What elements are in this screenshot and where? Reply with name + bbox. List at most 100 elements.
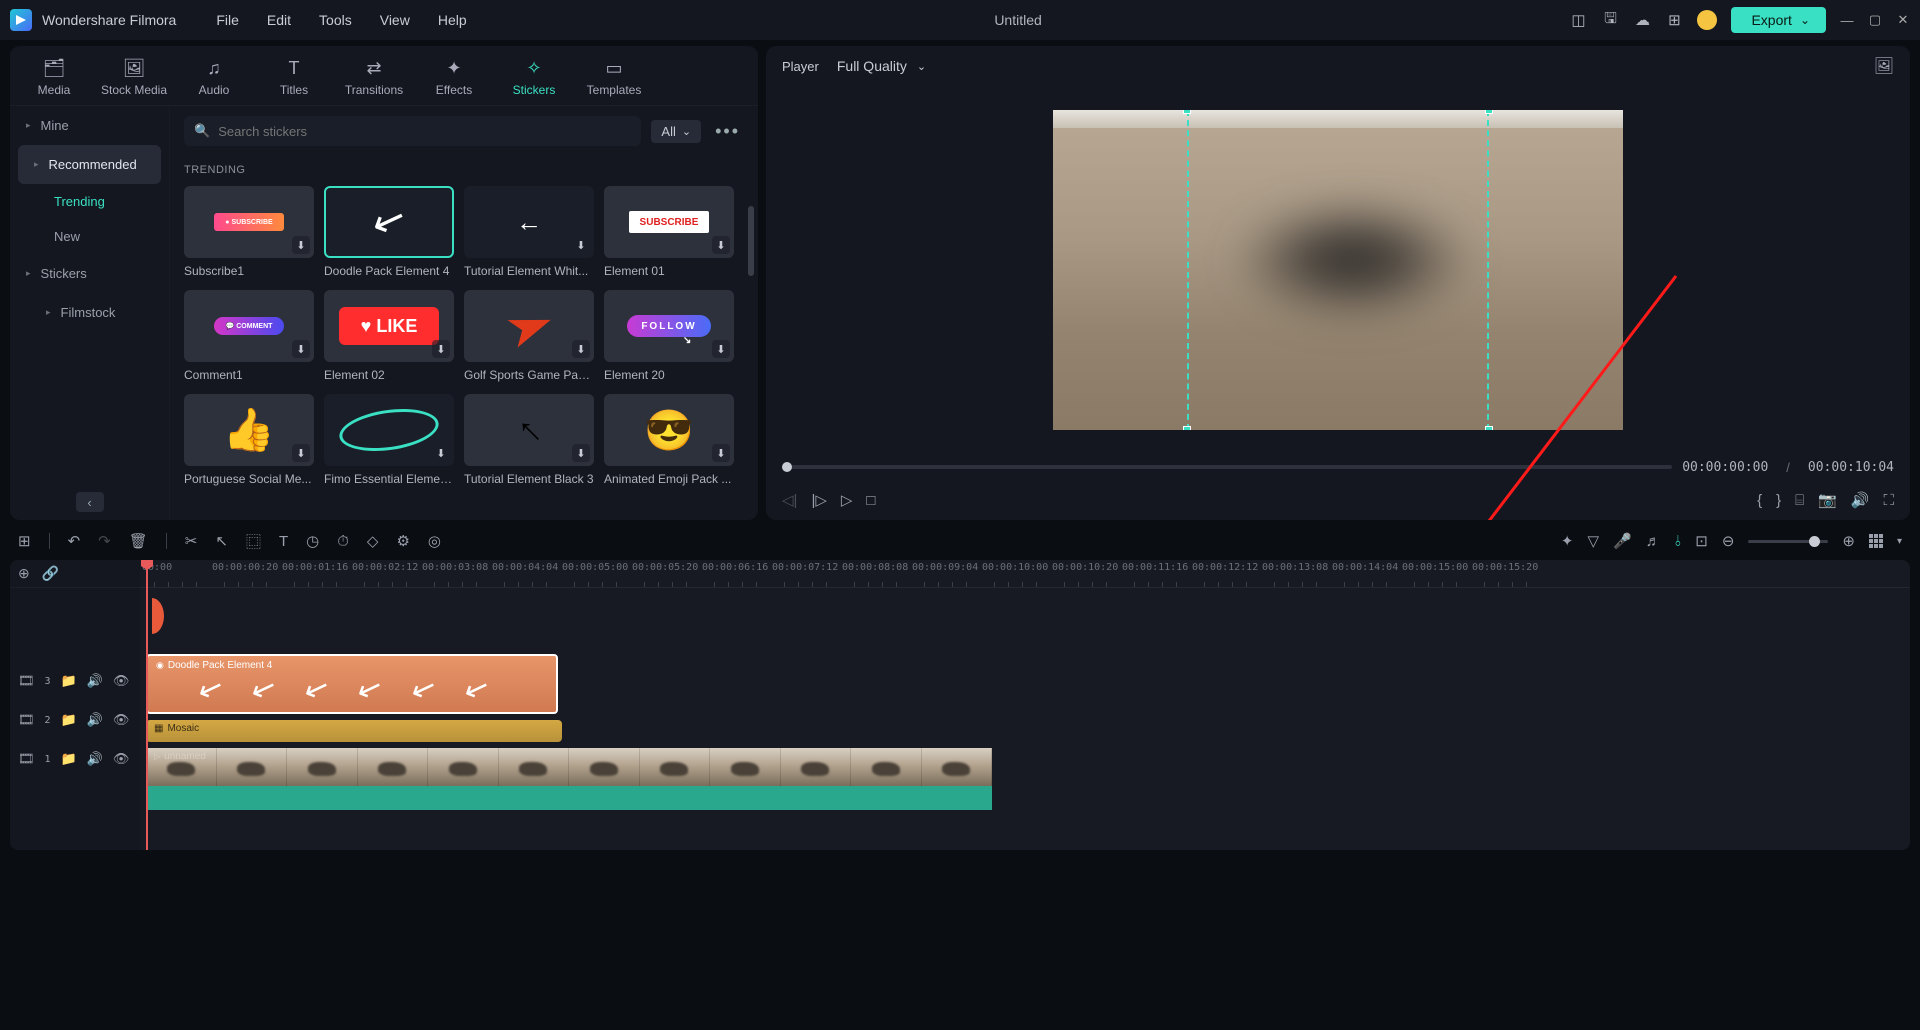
eye-icon[interactable]: 👁 xyxy=(113,751,130,767)
color-button[interactable]: ◇ xyxy=(367,532,379,550)
card-comment1[interactable]: ⬇Comment1 xyxy=(184,290,314,382)
download-icon[interactable]: ⬇ xyxy=(712,236,730,254)
filter-dropdown[interactable]: All xyxy=(651,120,701,143)
playhead[interactable] xyxy=(146,560,148,850)
sidebar-trending[interactable]: Trending xyxy=(10,184,169,219)
card-emoji-pack[interactable]: 😎⬇Animated Emoji Pack ... xyxy=(604,394,734,486)
download-icon[interactable]: ⬇ xyxy=(572,444,590,462)
sidebar-recommended[interactable]: Recommended xyxy=(18,145,161,184)
mute-icon[interactable]: 🔊 xyxy=(87,751,103,767)
sidebar-filmstock[interactable]: Filmstock xyxy=(10,293,169,332)
card-tutorial-black[interactable]: ↑⬇Tutorial Element Black 3 xyxy=(464,394,594,486)
profile-avatar[interactable] xyxy=(1697,10,1717,30)
card-element-01[interactable]: SUBSCRIBE⬇Element 01 xyxy=(604,186,734,278)
tab-transitions[interactable]: ⇄Transitions xyxy=(334,46,414,105)
zoom-slider[interactable] xyxy=(1748,540,1828,543)
card-element-20[interactable]: FOLLOW⬇Element 20 xyxy=(604,290,734,382)
sidebar-stickers[interactable]: Stickers xyxy=(10,254,169,293)
download-icon[interactable]: ⬇ xyxy=(712,444,730,462)
undo-button[interactable]: ↶ xyxy=(68,532,81,550)
tab-stock-media[interactable]: 🖼Stock Media xyxy=(94,46,174,105)
tab-titles[interactable]: TTitles xyxy=(254,46,334,105)
card-doodle-4[interactable]: ↗Doodle Pack Element 4 xyxy=(324,186,454,278)
zoom-in-button[interactable]: ⊕ xyxy=(1842,532,1855,550)
mute-icon[interactable]: 🔊 xyxy=(87,673,103,689)
tab-audio[interactable]: ♫Audio xyxy=(174,46,254,105)
card-subscribe1[interactable]: ⬇Subscribe1 xyxy=(184,186,314,278)
stop-button[interactable]: □ xyxy=(866,492,875,509)
cloud-icon[interactable]: ☁ xyxy=(1633,11,1651,29)
menu-view[interactable]: View xyxy=(380,12,410,28)
download-icon[interactable]: ⬇ xyxy=(712,340,730,358)
magnet-icon[interactable]: ⫰ xyxy=(1675,533,1682,550)
track-area[interactable]: 00:0000:00:00:2000:00:01:1600:00:02:1200… xyxy=(140,560,1910,850)
tab-media[interactable]: 🗂Media xyxy=(14,46,94,105)
download-icon[interactable]: ⬇ xyxy=(572,236,590,254)
text-button[interactable]: T xyxy=(279,533,288,550)
save-icon[interactable]: 🖫 xyxy=(1601,11,1619,29)
quality-dropdown[interactable]: Full Quality xyxy=(837,58,926,74)
preview-area[interactable] xyxy=(766,86,1910,454)
track-head-3[interactable]: 🎞 3 📁 🔊 👁 xyxy=(10,654,140,708)
time-ruler[interactable]: 00:0000:00:00:2000:00:01:1600:00:02:1200… xyxy=(140,560,1910,588)
card-tutorial-white[interactable]: ←⬇Tutorial Element Whit... xyxy=(464,186,594,278)
folder-icon[interactable]: 📁 xyxy=(61,712,77,728)
apps-icon[interactable]: ⊞ xyxy=(1665,11,1683,29)
crop-button[interactable]: ⿴ xyxy=(246,531,261,552)
mark-in-icon[interactable]: { xyxy=(1757,492,1762,509)
redo-button[interactable]: ↷ xyxy=(98,532,111,550)
track-head-1[interactable]: 🎞 1 📁 🔊 👁 xyxy=(10,732,140,786)
options-caret[interactable]: ▾ xyxy=(1897,536,1902,547)
display-icon[interactable]: ⌸ xyxy=(1795,492,1804,509)
speed-button[interactable]: ◷ xyxy=(306,532,319,550)
voiceover-icon[interactable]: 🎤 xyxy=(1613,532,1632,550)
add-track-icon[interactable]: ⊕ xyxy=(18,565,30,582)
folder-icon[interactable]: 📁 xyxy=(61,673,77,689)
folder-icon[interactable]: 📁 xyxy=(61,751,77,767)
menu-file[interactable]: File xyxy=(216,12,239,28)
keyframe-button[interactable]: ◎ xyxy=(428,532,441,550)
cursor-tool[interactable]: ↖ xyxy=(215,532,228,550)
track-head-2[interactable]: 🎞 2 📁 🔊 👁 xyxy=(10,708,140,732)
menu-help[interactable]: Help xyxy=(438,12,467,28)
menu-tools[interactable]: Tools xyxy=(319,12,352,28)
eye-icon[interactable]: 👁 xyxy=(113,673,130,689)
split-button[interactable]: ✂ xyxy=(185,532,198,550)
mark-out-icon[interactable]: } xyxy=(1776,492,1781,509)
more-options[interactable]: ••• xyxy=(711,121,744,142)
thumbnail-size-icon[interactable] xyxy=(1869,534,1883,548)
card-portuguese[interactable]: 👍⬇Portuguese Social Me... xyxy=(184,394,314,486)
play-button[interactable]: ▷ xyxy=(841,491,853,509)
menu-edit[interactable]: Edit xyxy=(267,12,291,28)
download-icon[interactable]: ⬇ xyxy=(432,340,450,358)
duration-button[interactable]: ⏱ xyxy=(337,533,349,550)
card-fimo[interactable]: ⬇Fimo Essential Elemen... xyxy=(324,394,454,486)
clip-video[interactable]: unnamed xyxy=(146,748,992,810)
next-frame-button[interactable]: |▷ xyxy=(811,491,826,509)
prev-frame-button[interactable]: ◁| xyxy=(782,491,797,509)
search-input[interactable] xyxy=(218,124,631,139)
tab-effects[interactable]: ✦Effects xyxy=(414,46,494,105)
eye-icon[interactable]: 👁 xyxy=(113,712,130,728)
clip-mosaic[interactable]: Mosaic xyxy=(146,720,562,742)
card-element-02[interactable]: ♥ LIKE⬇Element 02 xyxy=(324,290,454,382)
mute-icon[interactable]: 🔊 xyxy=(87,712,103,728)
card-golf-pack[interactable]: ➤⬇Golf Sports Game Pac... xyxy=(464,290,594,382)
tab-templates[interactable]: ▭Templates xyxy=(574,46,654,105)
link-icon[interactable]: 🔗 xyxy=(42,565,59,582)
fullscreen-icon[interactable]: ⛶ xyxy=(1883,492,1894,509)
scrub-bar[interactable]: 00:00:00:00 / 00:00:10:04 xyxy=(766,454,1910,480)
maximize-button[interactable]: ▢ xyxy=(1868,13,1882,27)
subtitle-icon[interactable]: ⊡ xyxy=(1695,532,1708,550)
close-button[interactable]: ✕ xyxy=(1896,13,1910,27)
delete-button[interactable]: 🗑 xyxy=(129,532,148,550)
sidebar-scroll-left[interactable]: ‹ xyxy=(76,492,104,512)
snapshot-gallery-icon[interactable]: 🖼 xyxy=(1874,56,1894,76)
zoom-out-button[interactable]: ⊖ xyxy=(1722,532,1735,550)
minimize-button[interactable]: — xyxy=(1840,13,1854,27)
search-box[interactable]: 🔍 xyxy=(184,116,641,146)
snapshot-icon[interactable]: 📷 xyxy=(1818,491,1837,509)
download-icon[interactable]: ⬇ xyxy=(432,444,450,462)
volume-icon[interactable]: 🔊 xyxy=(1851,491,1870,509)
export-button[interactable]: Export xyxy=(1731,7,1826,33)
